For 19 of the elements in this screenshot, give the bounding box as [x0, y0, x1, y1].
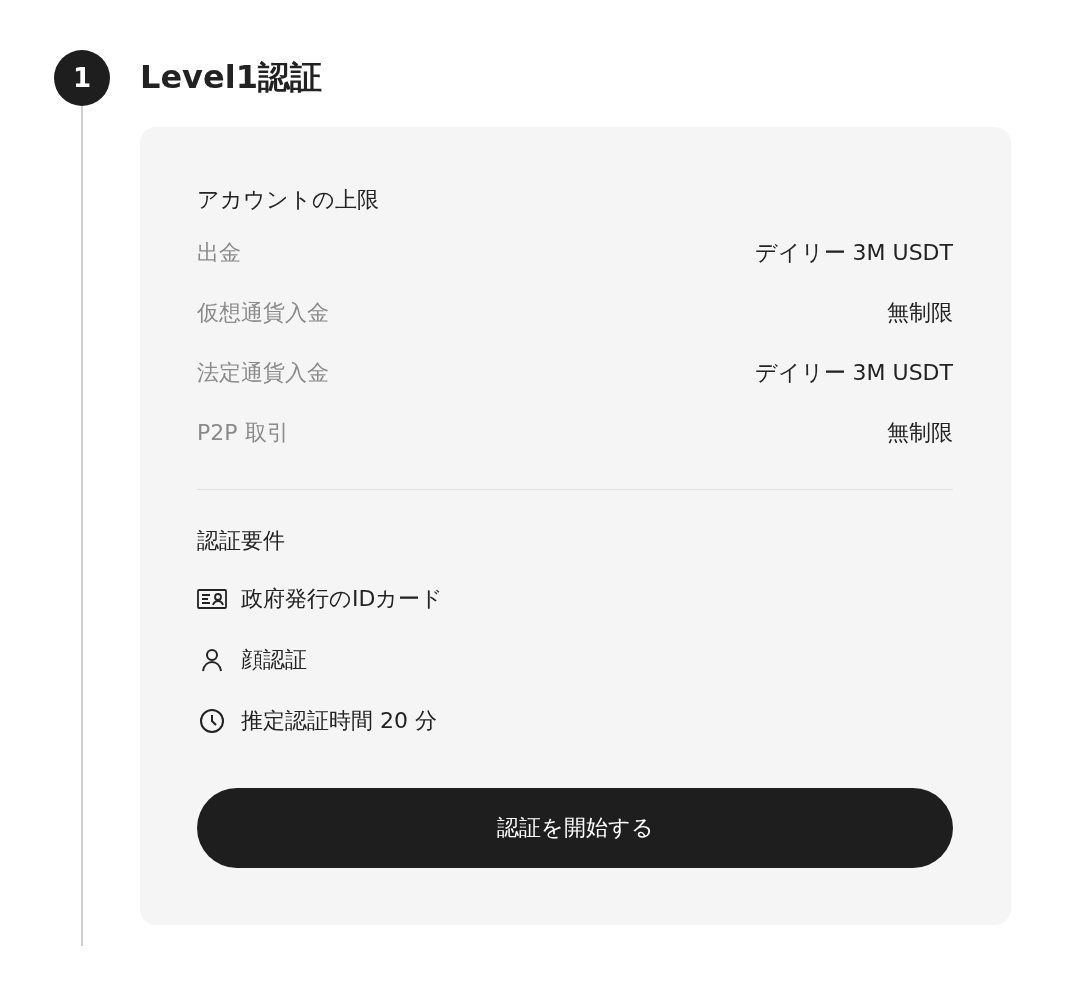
clock-icon — [199, 707, 225, 734]
requirement-text: 顔認証 — [241, 645, 307, 674]
requirement-text: 政府発行のIDカード — [241, 584, 444, 613]
limit-label: 出金 — [197, 239, 241, 267]
limit-value: デイリー 3M USDT — [754, 239, 953, 267]
limit-value: 無制限 — [887, 419, 953, 447]
person-icon — [199, 646, 225, 673]
limit-value: 無制限 — [887, 299, 953, 327]
limit-label: 法定通貨入金 — [197, 359, 329, 387]
start-verification-button[interactable]: 認証を開始する — [197, 788, 953, 868]
limit-label: 仮想通貨入金 — [197, 299, 329, 327]
section-title: 認証要件 — [197, 527, 286, 555]
step-title: Level1認証 — [140, 57, 323, 98]
id-card-icon — [197, 587, 227, 610]
step-number: 1 — [54, 50, 110, 106]
requirement-text: 推定認証時間 20 分 — [241, 706, 437, 735]
limit-label: P2P 取引 — [197, 419, 289, 447]
limit-value: デイリー 3M USDT — [754, 359, 953, 387]
section-title: アカウントの上限 — [197, 186, 380, 214]
